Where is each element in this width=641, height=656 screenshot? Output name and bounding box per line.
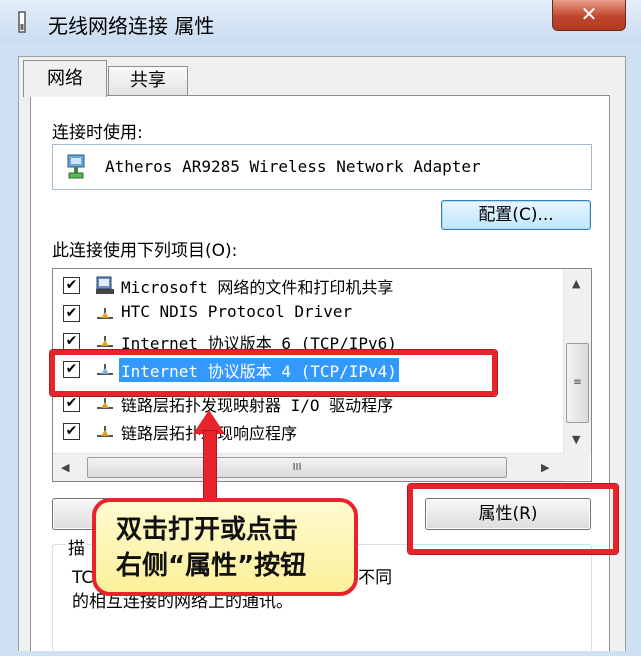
vertical-scrollbar[interactable]: ▲ ≡ ▼ <box>563 269 591 453</box>
callout-line: 双击打开或点击 <box>116 515 299 545</box>
connect-using-label: 连接时使用: <box>52 123 143 143</box>
network-adapter-icon <box>67 154 85 179</box>
protocol-icon <box>97 336 113 347</box>
adapter-name: Atheros AR9285 Wireless Network Adapter <box>105 157 481 176</box>
printer-icon <box>96 276 114 294</box>
item-label: HTC NDIS Protocol Driver <box>121 302 353 321</box>
list-item[interactable]: ✔ 链路层拓扑发现响应程序 <box>53 417 563 445</box>
items-section-label: 此连接使用下列项目(O): <box>52 241 238 261</box>
title-bar[interactable]: 无线网络连接 属性 ✕ <box>0 0 641 44</box>
item-checkbox[interactable]: ✔ <box>63 423 80 440</box>
tab-sharing[interactable]: 共享 <box>108 66 188 96</box>
vertical-scroll-thumb[interactable]: ≡ <box>566 343 589 423</box>
scrollbar-corner <box>563 453 590 480</box>
scroll-up-icon[interactable]: ▲ <box>572 277 580 290</box>
highlight-ipv4-row <box>50 350 497 396</box>
list-item[interactable]: ✔ Microsoft 网络的文件和打印机共享 <box>53 271 563 299</box>
item-checkbox[interactable]: ✔ <box>63 395 80 412</box>
window-title: 无线网络连接 属性 <box>48 14 215 38</box>
item-checkbox[interactable]: ✔ <box>63 333 80 350</box>
scroll-left-icon[interactable]: ◀ <box>61 461 69 474</box>
scroll-down-icon[interactable]: ▼ <box>572 433 580 446</box>
horizontal-scrollbar[interactable]: ◀ III ▶ <box>53 453 563 481</box>
configure-button[interactable]: 配置(C)... <box>441 200 591 230</box>
scroll-right-icon[interactable]: ▶ <box>541 461 549 474</box>
description-legend: 描 <box>66 534 87 559</box>
item-checkbox[interactable]: ✔ <box>63 277 80 294</box>
list-item[interactable]: ✔ HTC NDIS Protocol Driver <box>53 299 563 327</box>
tab-network[interactable]: 网络 <box>23 60 107 97</box>
item-label: Microsoft 网络的文件和打印机共享 <box>121 278 394 297</box>
item-checkbox[interactable]: ✔ <box>63 305 80 322</box>
horizontal-scroll-thumb[interactable]: III <box>87 457 507 478</box>
protocol-icon <box>97 308 113 319</box>
callout-line: 右侧“属性”按钮 <box>116 551 307 581</box>
highlight-properties-button <box>408 484 618 554</box>
adapter-field: Atheros AR9285 Wireless Network Adapter <box>52 144 592 190</box>
network-icon <box>18 11 26 33</box>
protocol-icon <box>97 426 113 437</box>
instruction-callout: 双击打开或点击 右侧“属性”按钮 <box>92 498 358 596</box>
close-button[interactable]: ✕ <box>552 0 626 31</box>
